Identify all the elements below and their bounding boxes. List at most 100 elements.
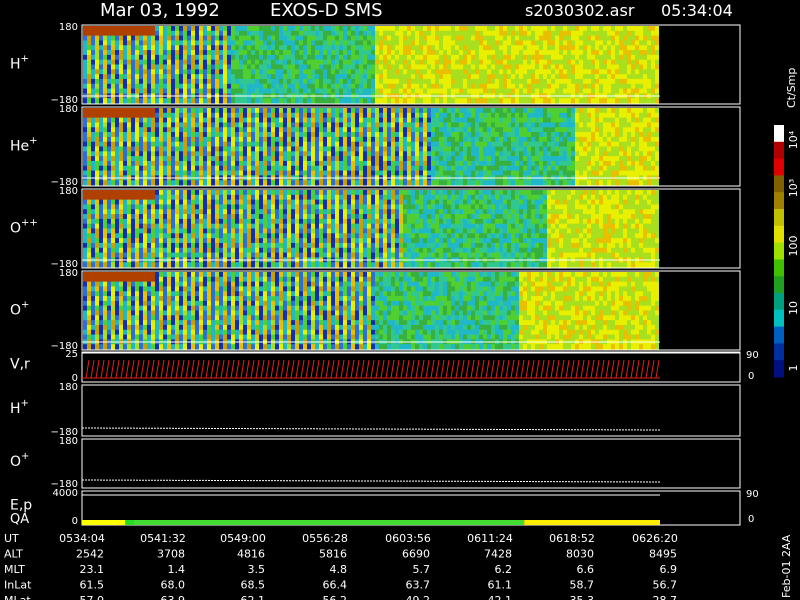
spec-cell	[399, 45, 403, 51]
spec-cell	[611, 170, 615, 176]
spec-cell	[571, 117, 575, 123]
spec-cell	[383, 112, 387, 119]
spec-cell	[107, 199, 111, 205]
spec-cell	[287, 59, 291, 65]
spec-cell	[367, 35, 371, 41]
spec-cell	[499, 59, 503, 65]
spec-cell	[507, 59, 511, 65]
spec-cell	[527, 122, 531, 128]
spec-cell	[91, 233, 95, 239]
spec-cell	[111, 190, 115, 196]
spec-cell	[555, 146, 559, 152]
spec-cell	[623, 156, 627, 162]
spec-cell	[587, 151, 591, 157]
spec-cell	[451, 40, 455, 46]
spec-cell	[395, 35, 399, 41]
spec-cell	[575, 165, 579, 172]
spec-cell	[515, 50, 519, 56]
spec-cell	[411, 69, 415, 75]
spec-cell	[215, 98, 219, 104]
spec-cell	[535, 160, 539, 167]
spec-cell	[207, 151, 211, 157]
spec-cell	[407, 132, 411, 138]
spec-cell	[251, 88, 255, 94]
spec-cell	[147, 26, 151, 32]
spec-cell	[615, 112, 619, 119]
spec-cell	[91, 50, 95, 56]
spec-cell	[311, 122, 315, 128]
spec-cell	[303, 165, 307, 172]
spec-cell	[339, 54, 343, 61]
spec-cell	[603, 108, 607, 114]
spec-cell	[595, 117, 599, 123]
spec-cell	[447, 88, 451, 94]
spec-cell	[295, 122, 299, 128]
spec-cell	[315, 180, 319, 186]
spec-cell	[311, 30, 315, 37]
spec-cell	[371, 170, 375, 176]
spec-cell	[399, 127, 403, 133]
spec-cell	[387, 74, 391, 80]
spec-cell	[543, 112, 547, 119]
spec-cell	[183, 146, 187, 152]
spec-cell	[447, 132, 451, 138]
spec-cell	[123, 214, 127, 220]
spec-cell	[359, 151, 363, 157]
spec-cell	[559, 112, 563, 119]
spec-cell	[283, 136, 287, 143]
spec-cell	[227, 59, 231, 65]
spec-cell	[183, 30, 187, 37]
spec-cell	[327, 160, 331, 167]
spec-cell	[111, 40, 115, 46]
spec-cell	[275, 69, 279, 75]
spec-cell	[579, 78, 583, 85]
spec-cell	[595, 30, 599, 37]
spec-cell	[367, 30, 371, 37]
spec-cell	[311, 59, 315, 65]
spec-cell	[635, 160, 639, 167]
spec-cell	[375, 122, 379, 128]
spec-cell	[631, 40, 635, 46]
spec-cell	[595, 160, 599, 167]
spec-cell	[139, 30, 143, 37]
spec-cell	[99, 35, 103, 41]
spec-cell	[523, 132, 527, 138]
spec-cell	[567, 74, 571, 80]
spec-cell	[291, 127, 295, 133]
spec-cell	[655, 78, 659, 85]
spec-cell	[323, 98, 327, 104]
spec-cell	[471, 45, 475, 51]
spec-cell	[327, 117, 331, 123]
spec-cell	[87, 108, 91, 114]
spec-cell	[139, 64, 143, 70]
spec-cell	[187, 180, 191, 186]
spec-cell	[339, 170, 343, 176]
spec-cell	[423, 35, 427, 41]
spec-cell	[171, 69, 175, 75]
spec-cell	[635, 108, 639, 114]
spec-cell	[123, 54, 127, 61]
spec-cell	[591, 26, 595, 32]
spec-cell	[207, 146, 211, 152]
spec-cell	[619, 74, 623, 80]
spec-cell	[303, 78, 307, 85]
spec-cell	[139, 98, 143, 104]
spec-cell	[235, 59, 239, 65]
spec-cell	[139, 180, 143, 186]
spec-cell	[639, 26, 643, 32]
spec-cell	[239, 122, 243, 128]
spec-cell	[267, 98, 271, 104]
spec-cell	[191, 45, 195, 51]
spec-cell	[155, 112, 159, 119]
spec-cell	[479, 59, 483, 65]
spec-cell	[131, 59, 135, 65]
spec-cell	[255, 74, 259, 80]
spec-cell	[579, 180, 583, 186]
spec-cell	[571, 54, 575, 61]
spec-cell	[259, 30, 263, 37]
spec-cell	[103, 83, 107, 90]
spec-cell	[555, 132, 559, 138]
spec-cell	[403, 132, 407, 138]
spec-cell	[219, 108, 223, 114]
spec-cell	[183, 165, 187, 172]
